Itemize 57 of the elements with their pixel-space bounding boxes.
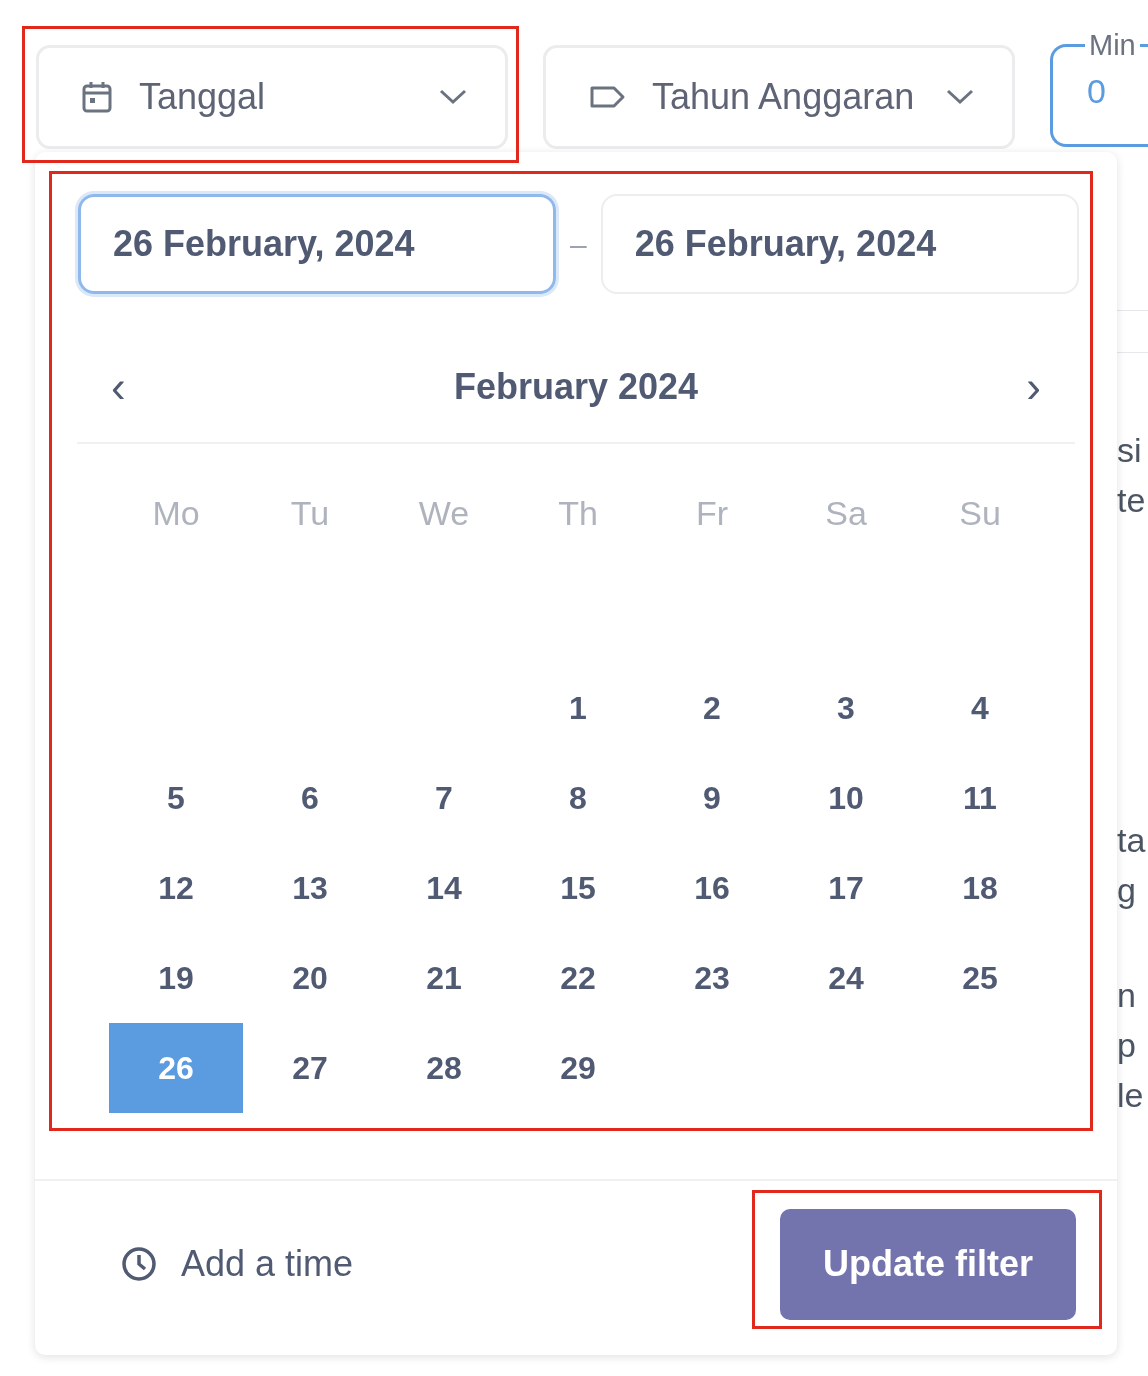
calendar-day[interactable]: 18 xyxy=(913,843,1047,933)
weekday-label: Tu xyxy=(289,493,331,533)
text-fragment: n xyxy=(1117,975,1137,1016)
month-title: February 2024 xyxy=(453,365,699,409)
weekday-label: Fr xyxy=(694,493,730,533)
chevron-down-icon xyxy=(439,89,467,105)
calendar-day[interactable]: 3 xyxy=(779,663,913,753)
calendar-day[interactable]: 25 xyxy=(913,933,1047,1023)
calendar-day[interactable]: 17 xyxy=(779,843,913,933)
weekday-label: Th xyxy=(557,493,599,533)
calendar-day[interactable]: 21 xyxy=(377,933,511,1023)
weekday-label: Su xyxy=(958,493,1002,533)
calendar-day[interactable]: 4 xyxy=(913,663,1047,753)
calendar-day[interactable]: 23 xyxy=(645,933,779,1023)
update-filter-button[interactable]: Update filter xyxy=(780,1208,1076,1320)
filter-dropdown[interactable]: Tanggal xyxy=(36,45,508,149)
chevron-down-icon xyxy=(946,89,974,105)
calendar-day[interactable]: 9 xyxy=(645,753,779,843)
date-input[interactable]: 26 February, 2024 xyxy=(78,194,556,294)
calendar-day[interactable]: 8 xyxy=(511,753,645,843)
calendar-day[interactable]: 10 xyxy=(779,753,913,843)
calendar-day[interactable]: 1 xyxy=(511,663,645,753)
calendar-day[interactable]: 20 xyxy=(243,933,377,1023)
calendar-day[interactable]: 2 xyxy=(645,663,779,753)
tag-icon xyxy=(588,84,626,110)
calendar-day[interactable]: 11 xyxy=(913,753,1047,843)
calendar-day[interactable]: 15 xyxy=(511,843,645,933)
calendar-day[interactable]: 16 xyxy=(645,843,779,933)
text-fragment: p xyxy=(1117,1025,1137,1066)
weekday-label: Sa xyxy=(824,493,868,533)
range-separator: – xyxy=(570,226,587,263)
calendar-day[interactable]: 27 xyxy=(243,1023,377,1113)
calendar-day[interactable]: 5 xyxy=(109,753,243,843)
calendar-icon xyxy=(81,80,113,114)
calendar-day[interactable]: 6 xyxy=(243,753,377,843)
calendar-day[interactable]: 19 xyxy=(109,933,243,1023)
date-input[interactable]: 26 February, 2024 xyxy=(600,194,1079,294)
filter-dropdown[interactable]: Tahun Anggaran xyxy=(543,45,1015,149)
text-fragment: ta xyxy=(1117,820,1146,861)
next-month-button[interactable]: › xyxy=(1026,352,1041,422)
calendar-day[interactable]: 24 xyxy=(779,933,913,1023)
calendar-day[interactable]: 29 xyxy=(511,1023,645,1113)
calendar-day[interactable]: 28 xyxy=(377,1023,511,1113)
text-fragment: le xyxy=(1117,1075,1145,1116)
calendar-day[interactable]: 22 xyxy=(511,933,645,1023)
calendar-day[interactable]: 12 xyxy=(109,843,243,933)
calendar-day[interactable]: 13 xyxy=(243,843,377,933)
calendar-day[interactable]: 7 xyxy=(377,753,511,843)
text-fragment: si xyxy=(1117,430,1143,471)
text-fragment: te xyxy=(1117,480,1146,521)
add-time-button[interactable]: Add a time xyxy=(121,1237,354,1291)
calendar-day[interactable]: 14 xyxy=(377,843,511,933)
weekday-label: Mo xyxy=(151,493,201,533)
weekday-label: We xyxy=(417,493,471,533)
text-fragment: g xyxy=(1117,870,1137,911)
previous-month-button[interactable]: ‹ xyxy=(111,352,126,422)
clock-icon xyxy=(121,1246,157,1282)
